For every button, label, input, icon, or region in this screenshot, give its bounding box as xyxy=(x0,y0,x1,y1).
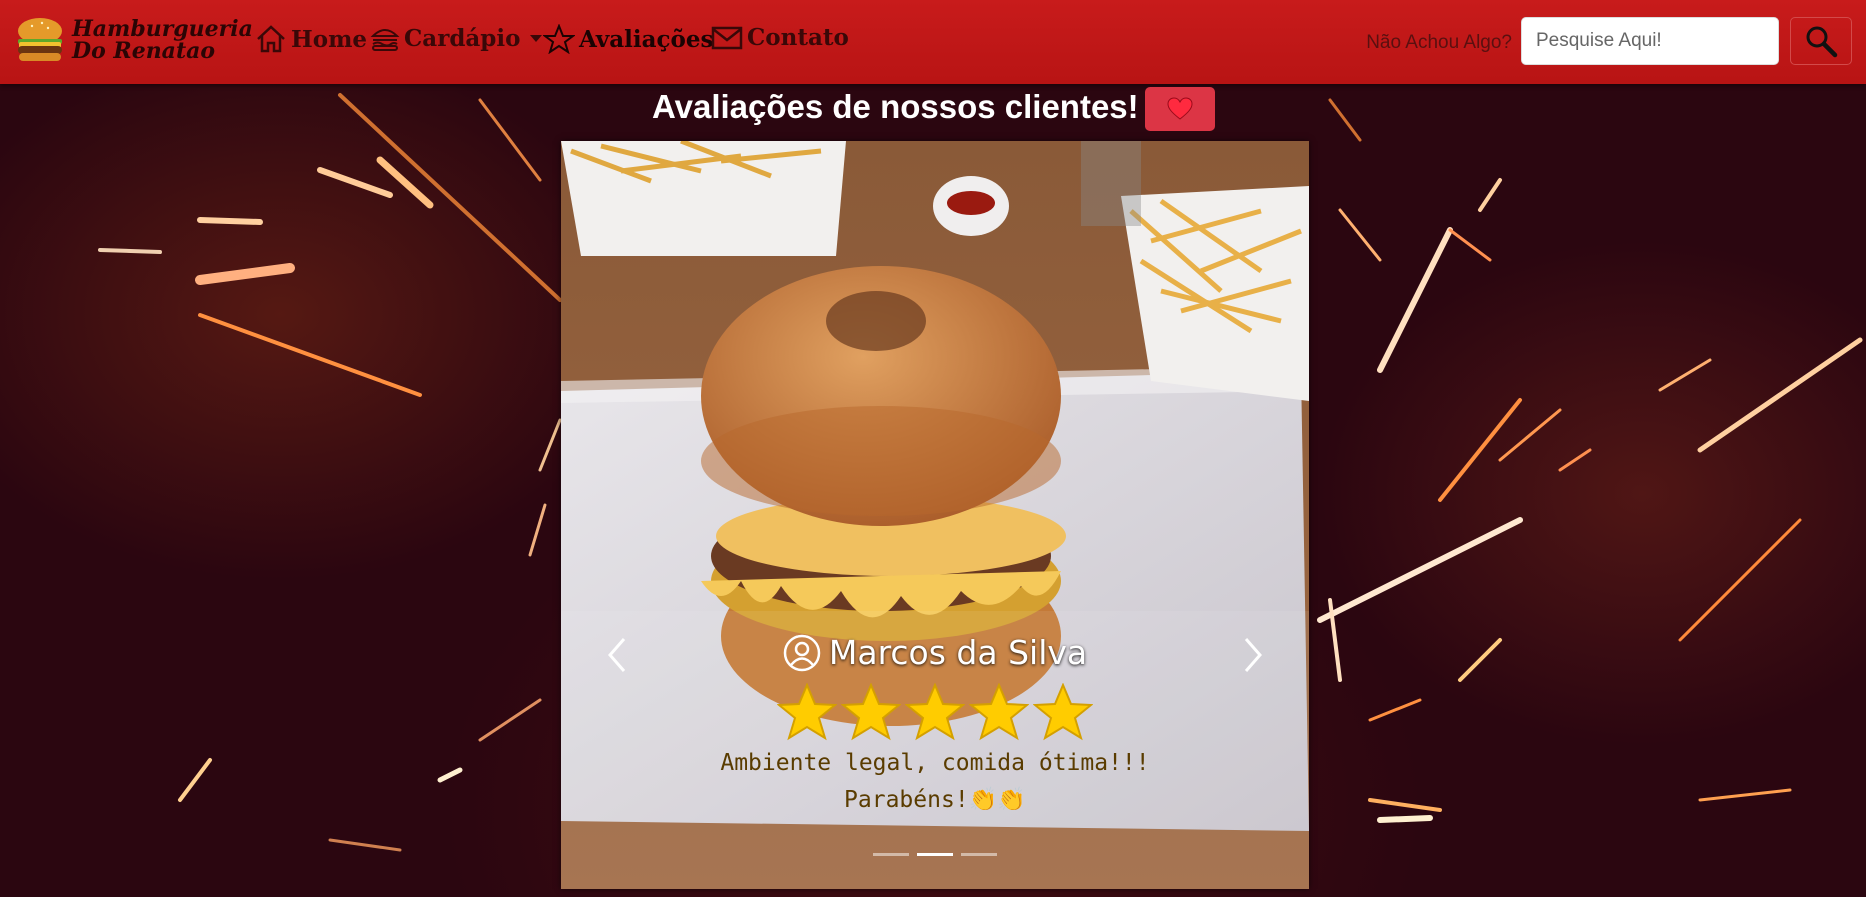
brand-name: Hamburgueria Do Renatao xyxy=(72,18,253,62)
home-icon xyxy=(257,25,285,53)
chevron-down-icon xyxy=(530,34,543,42)
carousel-indicator[interactable] xyxy=(961,853,997,856)
nav-contato[interactable]: Contato xyxy=(711,24,849,51)
reviews-carousel: Marcos da Silva Ambiente legal, comida ó… xyxy=(561,141,1309,889)
reviewer: Marcos da Silva xyxy=(561,633,1309,672)
star-icon xyxy=(969,683,1029,741)
burger-outline-icon xyxy=(370,29,400,51)
user-icon xyxy=(783,634,821,671)
carousel-indicator[interactable] xyxy=(917,853,953,856)
carousel-indicator[interactable] xyxy=(873,853,909,856)
search-input[interactable] xyxy=(1521,17,1779,65)
brand-line2: Do Renatao xyxy=(72,38,216,64)
nav-cardapio[interactable]: Cardápio xyxy=(370,24,543,52)
reviewer-name: Marcos da Silva xyxy=(828,633,1088,672)
star-icon xyxy=(841,683,901,741)
star-outline-icon xyxy=(543,24,575,54)
heart-icon xyxy=(1167,97,1193,120)
nav-cardapio-label: Cardápio xyxy=(404,24,521,52)
review-text: Ambiente legal, comida ótima!!! Parabéns… xyxy=(561,745,1309,819)
navbar: Hamburgueria Do Renatao Home Cardápio Av… xyxy=(0,0,1866,84)
page-title: Avaliações de nossos clientes! xyxy=(652,88,1139,125)
star-icon xyxy=(777,683,837,741)
search-label: Não Achou Algo? xyxy=(1366,32,1512,53)
star-icon xyxy=(905,683,965,741)
brand[interactable]: Hamburgueria Do Renatao xyxy=(14,14,253,66)
nav-avaliacoes[interactable]: Avaliações xyxy=(543,24,714,54)
nav-contato-label: Contato xyxy=(747,24,849,51)
brand-line1: Hamburgueria xyxy=(72,16,253,42)
magnifier-icon xyxy=(1806,26,1838,58)
envelope-icon xyxy=(711,26,743,49)
nav-avaliacoes-label: Avaliações xyxy=(579,25,714,53)
burger-icon xyxy=(18,18,62,61)
star-icon xyxy=(1033,683,1093,741)
review-line-1: Ambiente legal, comida ótima!!! xyxy=(720,750,1150,776)
carousel-indicators xyxy=(561,853,1309,856)
nav-home-label: Home xyxy=(291,25,368,53)
heart-button[interactable] xyxy=(1145,87,1215,131)
search-button[interactable] xyxy=(1790,17,1852,65)
rating-stars xyxy=(561,683,1309,741)
nav-home[interactable]: Home xyxy=(255,24,367,54)
review-line-2: Parabéns!👏👏 xyxy=(844,787,1026,813)
